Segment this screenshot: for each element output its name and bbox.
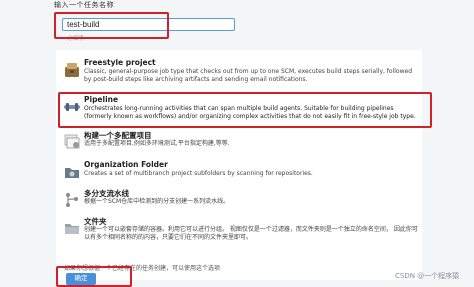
job-title: Freestyle project	[84, 58, 156, 67]
job-desc: 适用于多配置项目,例如多环境测试,平台指定构建,等等.	[84, 140, 230, 147]
pipeline-highlight-box	[58, 92, 432, 128]
item-name-label: 输入一个任务名称	[54, 1, 114, 9]
freestyle-project-icon	[65, 63, 79, 77]
ok-highlight-box	[56, 266, 132, 287]
job-desc: 创建一个可以嵌套存储的容器。利用它可以进行分组。 视图仅仅是一个过滤器，而文件夹…	[84, 226, 418, 241]
job-type-organization-folder[interactable]: Organization Folder Creates a set of mul…	[56, 160, 422, 188]
watermark-text: CSDN @一个程序猿	[395, 272, 460, 280]
job-type-freestyle[interactable]: Freestyle project Classic, general-purpo…	[56, 58, 422, 94]
folder-icon	[65, 224, 79, 234]
job-desc: 根据一个SCM仓库中检测到的分支创建一系列流水线。	[84, 198, 230, 205]
multibranch-pipeline-icon	[66, 193, 78, 207]
job-desc: Classic, general-purpose job type that c…	[84, 68, 413, 83]
job-type-multibranch-pipeline[interactable]: 多分支流水线 根据一个SCM仓库中检测到的分支创建一系列流水线。	[56, 188, 422, 216]
organization-folder-icon	[65, 168, 79, 178]
name-highlight-box	[54, 12, 169, 39]
job-desc: Creates a set of multibranch project sub…	[84, 170, 313, 177]
multi-config-icon	[64, 134, 80, 149]
job-type-folder[interactable]: 文件夹 创建一个可以嵌套存储的容器。利用它可以进行分组。 视图仅仅是一个过滤器，…	[56, 216, 422, 250]
job-title: Organization Folder	[84, 160, 168, 169]
job-type-multi-config[interactable]: 构建一个多配置项目 适用于多配置项目,例如多环境测试,平台指定构建,等等.	[56, 130, 422, 158]
job-type-list: Freestyle project Classic, general-purpo…	[56, 50, 422, 280]
